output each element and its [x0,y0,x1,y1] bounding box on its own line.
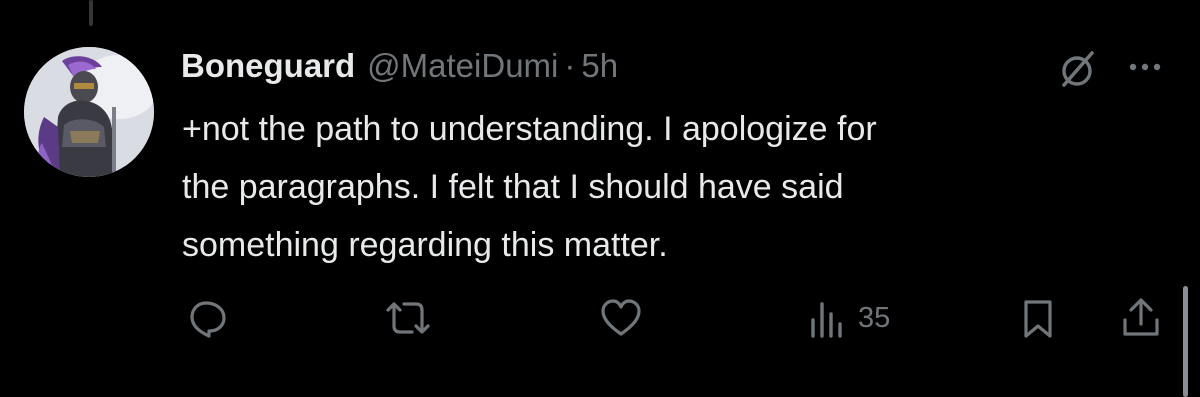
tweet-actions-bar: 35 [0,290,1200,346]
like-button[interactable] [598,290,644,346]
retweet-icon [382,296,434,340]
reply-button[interactable] [186,290,230,346]
heart-icon [598,296,644,340]
views-icon [808,296,848,340]
views-button[interactable]: 35 [808,290,890,346]
views-count: 35 [858,301,891,334]
user-handle[interactable]: @MateiDumi [367,44,558,88]
tweet-header: Boneguard @MateiDumi · 5h [181,44,618,88]
grok-icon[interactable] [1056,47,1100,91]
thread-connector-line [89,0,93,26]
avatar[interactable] [24,47,154,177]
share-button[interactable] [1119,290,1163,346]
bookmark-button[interactable] [1018,290,1058,346]
reply-icon [186,296,230,340]
retweet-button[interactable] [382,290,434,346]
share-icon [1119,296,1163,340]
separator-dot: · [564,47,576,84]
tweet-text: +not the path to understanding. I apolog… [182,110,877,264]
more-options-icon[interactable] [1125,52,1165,82]
timestamp[interactable]: 5h [581,44,618,88]
scrollbar[interactable] [1183,286,1188,397]
bookmark-icon [1018,296,1058,340]
display-name[interactable]: Boneguard [181,44,355,88]
